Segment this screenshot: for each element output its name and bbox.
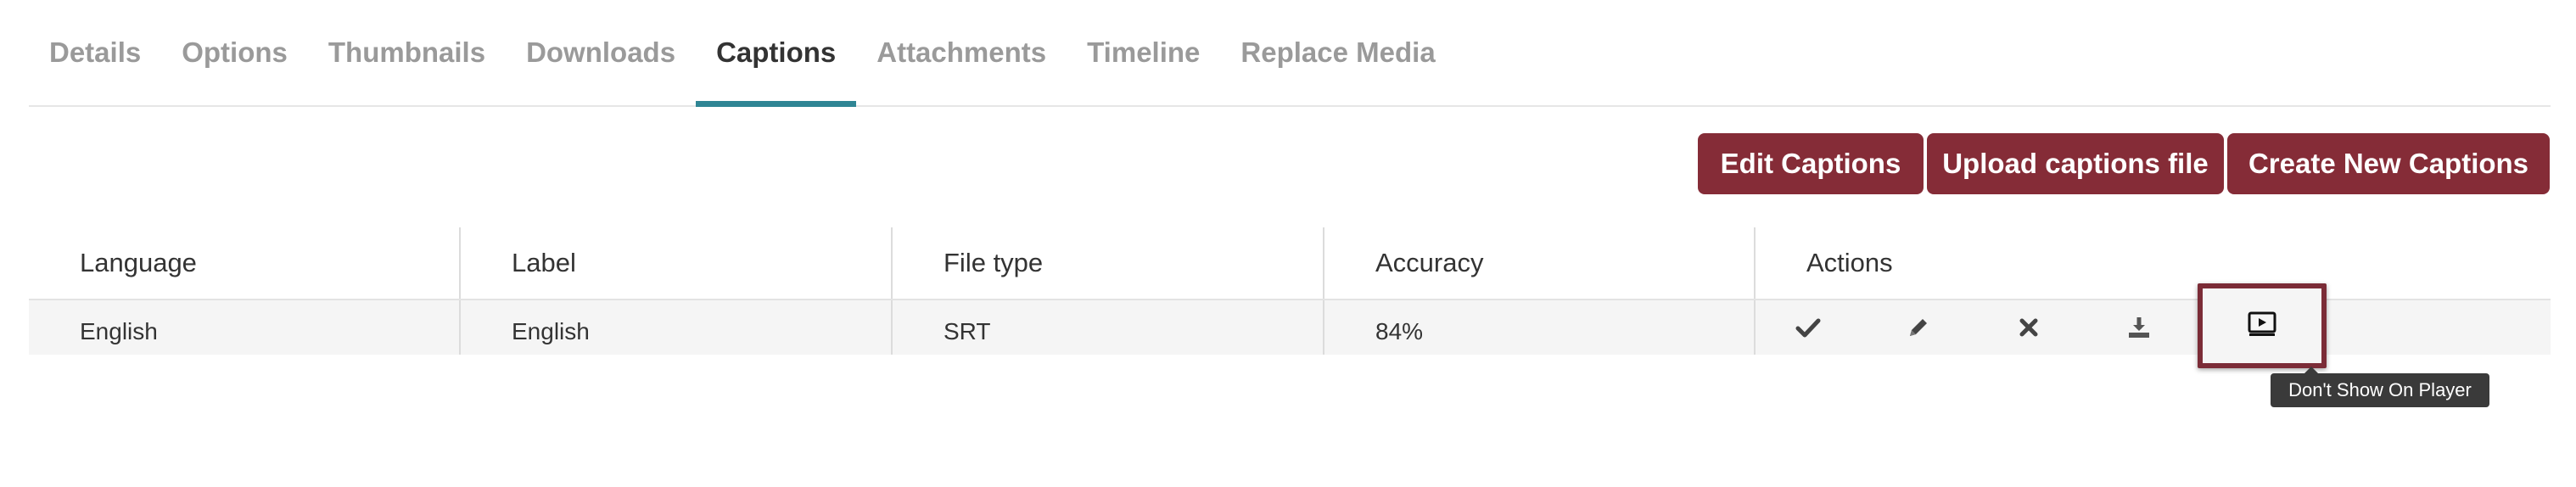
tab-details[interactable]: Details xyxy=(29,0,161,105)
table-row: English English SRT 84% xyxy=(29,300,2551,355)
header-actions: Actions xyxy=(1806,248,1893,277)
player-visibility-tooltip: Don't Show On Player xyxy=(2271,367,2489,407)
set-default-icon[interactable] xyxy=(1783,300,1834,355)
media-tabs: Details Options Thumbnails Downloads Cap… xyxy=(29,0,2551,107)
header-file-type: File type xyxy=(893,227,1324,299)
tab-timeline[interactable]: Timeline xyxy=(1067,0,1220,105)
download-icon[interactable] xyxy=(2114,300,2164,355)
edit-icon[interactable] xyxy=(1893,300,1944,355)
captions-table: Language Label File type Accuracy Action… xyxy=(29,227,2551,355)
player-visibility-button[interactable] xyxy=(2198,283,2327,368)
cell-language: English xyxy=(29,300,461,355)
cell-file-type: SRT xyxy=(893,300,1324,355)
create-captions-button[interactable]: Create New Captions xyxy=(2227,133,2550,194)
upload-captions-button[interactable]: Upload captions file xyxy=(1927,133,2224,194)
cell-label: English xyxy=(461,300,893,355)
tab-captions[interactable]: Captions xyxy=(696,0,857,107)
delete-icon[interactable] xyxy=(2003,300,2054,355)
edit-captions-button[interactable]: Edit Captions xyxy=(1698,133,1924,194)
header-accuracy: Accuracy xyxy=(1324,227,1756,299)
cell-accuracy: 84% xyxy=(1324,300,1756,355)
header-language: Language xyxy=(29,227,461,299)
tab-downloads[interactable]: Downloads xyxy=(506,0,696,105)
cell-actions xyxy=(1756,300,2551,355)
header-label: Label xyxy=(461,227,893,299)
table-header: Language Label File type Accuracy Action… xyxy=(29,227,2551,300)
player-icon xyxy=(2248,311,2276,341)
tab-attachments[interactable]: Attachments xyxy=(856,0,1067,105)
tab-thumbnails[interactable]: Thumbnails xyxy=(308,0,506,105)
tab-options[interactable]: Options xyxy=(161,0,308,105)
tab-replace-media[interactable]: Replace Media xyxy=(1220,0,1455,105)
